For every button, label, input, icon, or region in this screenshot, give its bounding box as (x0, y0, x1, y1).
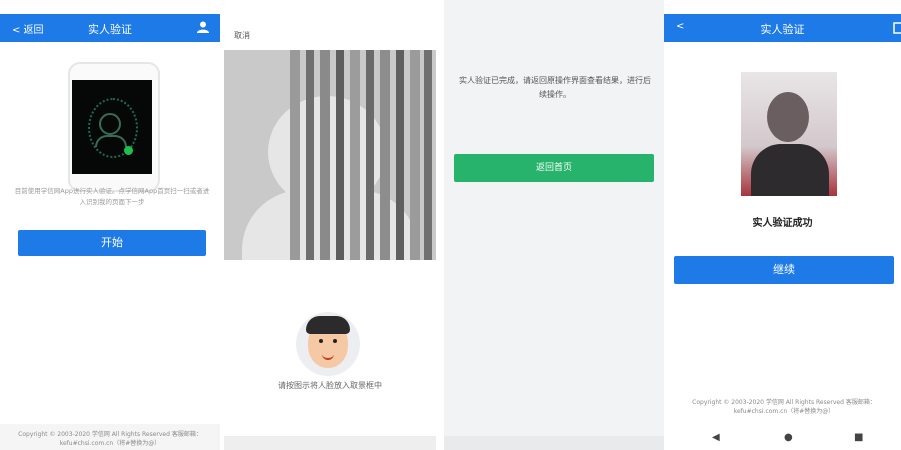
panel-complete: 实人验证已完成，请返回原操作界面查看结果，进行后续操作。 返回首页 (444, 0, 664, 450)
page-title: 实人验证 (760, 23, 805, 36)
verified-photo (741, 72, 837, 196)
bottom-bar (444, 436, 664, 450)
nav-home-icon[interactable]: ● (784, 432, 793, 443)
top-bar: < 返回 实人验证 (0, 14, 220, 42)
camera-stripe (350, 50, 360, 260)
start-button[interactable]: 开始 (18, 230, 206, 256)
cancel-button[interactable]: 取消 (234, 30, 250, 41)
avatar-hair-icon (306, 316, 350, 334)
body-silhouette (242, 190, 418, 260)
success-message: 实人验证成功 (752, 218, 813, 229)
continue-button[interactable]: 继续 (674, 256, 894, 284)
camera-hint: 请按图示将人脸放入取景框中 (278, 381, 382, 390)
camera-preview (224, 50, 436, 260)
camera-stripe (336, 50, 344, 260)
bottom-bar (224, 436, 436, 450)
person-shoulders-icon (95, 135, 127, 147)
android-nav-bar: ◀ ● ■ (664, 426, 901, 450)
person-head-icon (99, 113, 121, 135)
panel-verify-start: < 返回 实人验证 目前使用学信网App进行实人验证。点学信网App首页扫一扫或… (0, 0, 220, 450)
camera-stripe (410, 50, 420, 260)
status-dot-icon (124, 146, 133, 155)
copyright-footer: Copyright © 2003-2020 学信网 All Rights Res… (18, 431, 202, 447)
page-title: 实人验证 (88, 23, 132, 36)
camera-stripe (306, 50, 314, 260)
camera-stripe (380, 50, 390, 260)
instruction-text: 目前使用学信网App进行实人验证。点学信网App首页扫一扫或者进入识别我的页面下… (14, 187, 210, 206)
nav-back-icon[interactable]: ◀ (712, 432, 720, 443)
camera-stripe (396, 50, 404, 260)
camera-stripe (290, 50, 300, 260)
avatar-eye-icon (319, 339, 323, 343)
return-home-button[interactable]: 返回首页 (454, 154, 654, 182)
complete-message: 实人验证已完成，请返回原操作界面查看结果，进行后续操作。 (459, 76, 651, 99)
top-bar: < 实人验证 (664, 14, 901, 42)
copyright-footer: Copyright © 2003-2020 学信网 All Rights Res… (692, 399, 876, 415)
nav-recent-icon[interactable]: ■ (854, 432, 863, 443)
photo-head (767, 92, 809, 142)
panel-success: < 实人验证 实人验证成功 继续 Copyright © 2003-2020 学… (664, 0, 901, 450)
camera-stripe (366, 50, 374, 260)
camera-stripe (424, 50, 432, 260)
user-icon[interactable] (196, 20, 210, 34)
avatar-eye-icon (333, 339, 337, 343)
photo-body (751, 144, 829, 196)
camera-stripe (320, 50, 330, 260)
menu-icon[interactable] (893, 22, 901, 34)
panel-camera: 取消 请按图示将人脸放入取景框中 (224, 0, 436, 450)
